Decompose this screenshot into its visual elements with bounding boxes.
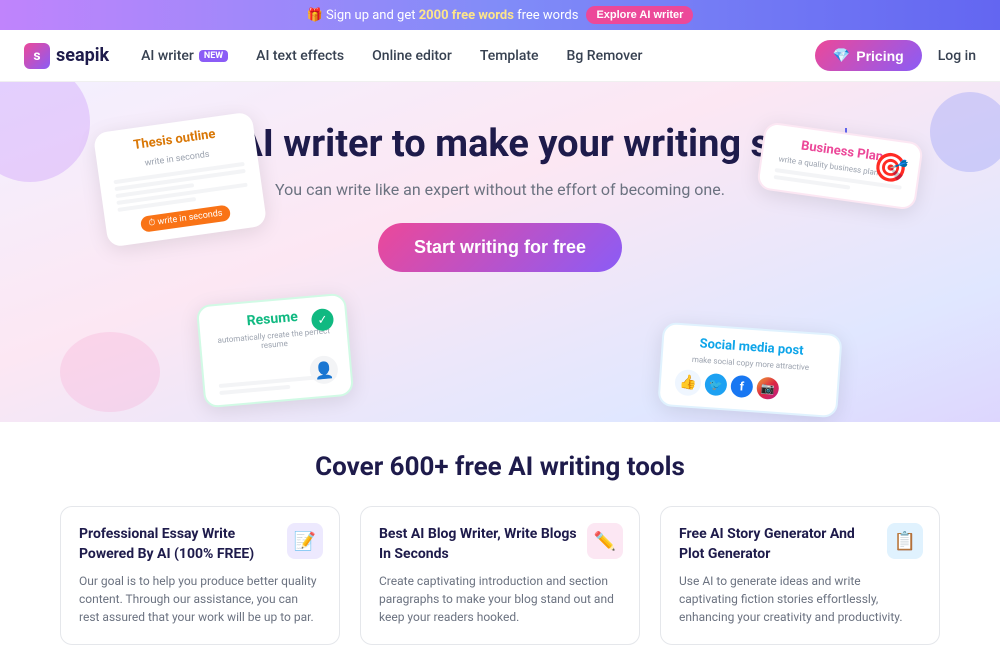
resume-card: Resume automatically create the perfect … (196, 293, 354, 409)
explore-button[interactable]: Explore AI writer (586, 6, 693, 24)
story-card-title: Free AI Story Generator And Plot Generat… (679, 525, 921, 564)
story-icon: 📋 (887, 523, 923, 559)
logo[interactable]: s seapik (24, 43, 109, 69)
thesis-timer: ⏱ write in seconds (140, 204, 232, 232)
twitter-icon: 🐦 (704, 373, 727, 396)
banner-text: 🎁 Sign up and get 2000 free words free w… (307, 8, 579, 23)
nav-ai-text-effects[interactable]: AI text effects (256, 48, 344, 64)
nav-template[interactable]: Template (480, 48, 539, 64)
navbar: s seapik AI writer NEW AI text effects O… (0, 30, 1000, 82)
login-link[interactable]: Log in (938, 48, 976, 64)
essay-card-desc: Our goal is to help you produce better q… (79, 572, 321, 626)
blob-decoration-3 (60, 332, 160, 412)
facebook-icon: f (730, 375, 753, 398)
tool-card-blog: ✏️ Best AI Blog Writer, Write Blogs In S… (360, 506, 640, 645)
top-banner: 🎁 Sign up and get 2000 free words free w… (0, 0, 1000, 30)
story-card-desc: Use AI to generate ideas and write capti… (679, 572, 921, 626)
nav-links: AI writer NEW AI text effects Online edi… (141, 48, 783, 64)
tool-card-story: 📋 Free AI Story Generator And Plot Gener… (660, 506, 940, 645)
nav-ai-writer[interactable]: AI writer NEW (141, 48, 228, 64)
logo-text: seapik (56, 45, 109, 66)
banner-highlight: 2000 free words (419, 8, 514, 23)
instagram-icon: 📷 (756, 377, 779, 400)
hero-section: Thesis outline write in seconds ⏱ write … (0, 82, 1000, 422)
cta-button[interactable]: Start writing for free (378, 223, 622, 272)
tools-section: Cover 600+ free AI writing tools 📝 Profe… (0, 422, 1000, 665)
social-card: Social media post make social copy more … (657, 322, 842, 418)
tool-card-essay: 📝 Professional Essay Write Powered By AI… (60, 506, 340, 645)
blog-icon: ✏️ (587, 523, 623, 559)
blog-card-desc: Create captivating introduction and sect… (379, 572, 621, 626)
nav-right: 💎 Pricing Log in (815, 40, 976, 71)
social-icons: 👍 🐦 f 📷 (674, 369, 823, 405)
like-icon: 👍 (674, 369, 702, 397)
logo-icon: s (24, 43, 50, 69)
nav-online-editor[interactable]: Online editor (372, 48, 452, 64)
target-icon: 🎯 (871, 149, 910, 187)
tools-grid: 📝 Professional Essay Write Powered By AI… (60, 506, 940, 645)
new-badge: NEW (199, 50, 228, 62)
blog-card-title: Best AI Blog Writer, Write Blogs In Seco… (379, 525, 621, 564)
essay-icon: 📝 (287, 523, 323, 559)
thesis-card: Thesis outline write in seconds ⏱ write … (93, 111, 267, 247)
essay-card-title: Professional Essay Write Powered By AI (… (79, 525, 321, 564)
nav-bg-remover[interactable]: Bg Remover (567, 48, 643, 64)
pricing-button[interactable]: 💎 Pricing (815, 40, 922, 71)
tools-title: Cover 600+ free AI writing tools (60, 452, 940, 482)
